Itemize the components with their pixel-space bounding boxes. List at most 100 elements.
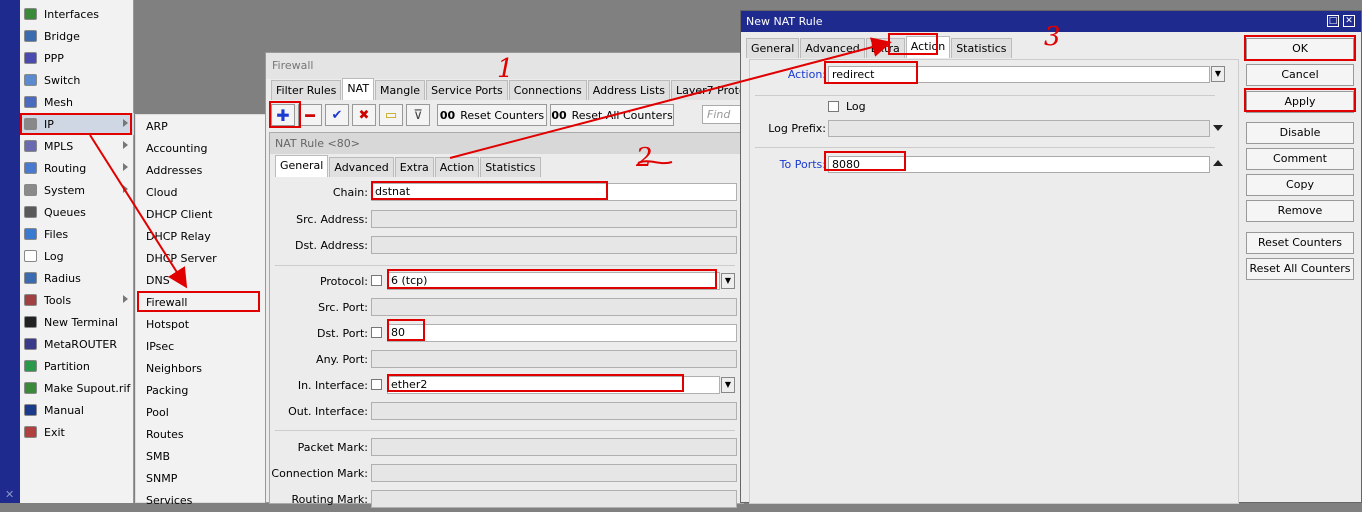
action-dropdown-icon[interactable]: ▼ bbox=[1211, 66, 1225, 82]
highlight-protocol bbox=[387, 269, 717, 289]
menu-item-mesh[interactable]: Mesh bbox=[20, 91, 134, 113]
field-input[interactable] bbox=[371, 210, 737, 228]
negate-checkbox[interactable] bbox=[371, 275, 382, 286]
submenu-item-services[interactable]: Services bbox=[136, 490, 269, 512]
field-input[interactable] bbox=[371, 350, 737, 368]
menu-item-ppp[interactable]: PPP bbox=[20, 47, 134, 69]
field-input[interactable] bbox=[371, 464, 737, 482]
submenu-item-dhcp-server[interactable]: DHCP Server bbox=[136, 248, 269, 270]
close-x-icon[interactable]: ✕ bbox=[5, 488, 14, 501]
enable-icon[interactable]: ✔ bbox=[325, 104, 349, 126]
field-input[interactable] bbox=[371, 298, 737, 316]
menu-item-metarouter[interactable]: MetaROUTER bbox=[20, 333, 134, 355]
log-prefix-expand-icon[interactable] bbox=[1213, 125, 1223, 131]
submenu-item-packing[interactable]: Packing bbox=[136, 380, 269, 402]
field-input[interactable] bbox=[371, 490, 737, 508]
cancel-button[interactable]: Cancel bbox=[1246, 64, 1354, 86]
firewall-tab-service-ports[interactable]: Service Ports bbox=[426, 80, 508, 100]
submenu-arrow-icon bbox=[123, 141, 128, 149]
field-label: Protocol: bbox=[319, 275, 368, 288]
menu-item-manual[interactable]: Manual bbox=[20, 399, 134, 421]
disable-button[interactable]: Disable bbox=[1246, 122, 1354, 144]
maximize-icon[interactable]: □ bbox=[1327, 15, 1339, 27]
submenu-item-dhcp-client[interactable]: DHCP Client bbox=[136, 204, 269, 226]
menu-item-system[interactable]: System bbox=[20, 179, 134, 201]
menu-item-label: Tools bbox=[44, 293, 72, 307]
submenu-item-accounting[interactable]: Accounting bbox=[136, 138, 269, 160]
to-ports-collapse-icon[interactable] bbox=[1213, 160, 1223, 166]
new-nat-tab-advanced[interactable]: Advanced bbox=[800, 38, 865, 58]
reset-all-counters-button[interactable]: 00 Reset All Counters bbox=[550, 104, 674, 126]
firewall-tab-address-lists[interactable]: Address Lists bbox=[587, 80, 671, 100]
menu-item-switch[interactable]: Switch bbox=[20, 69, 134, 91]
copy-button[interactable]: Copy bbox=[1246, 174, 1354, 196]
firewall-tab-mangle[interactable]: Mangle bbox=[375, 80, 426, 100]
field-input[interactable] bbox=[371, 402, 737, 420]
field-label: Out. Interface: bbox=[288, 405, 368, 418]
comment-icon[interactable]: ▭ bbox=[379, 104, 403, 126]
dropdown-icon[interactable]: ▼ bbox=[721, 377, 735, 393]
field-row-any-port: Any. Port: bbox=[270, 350, 740, 370]
field-label: Src. Port: bbox=[318, 301, 368, 314]
comment-button[interactable]: Comment bbox=[1246, 148, 1354, 170]
firewall-tab-filter-rules[interactable]: Filter Rules bbox=[271, 80, 342, 100]
ppp-icon bbox=[24, 52, 37, 64]
nat-rule-tab-extra[interactable]: Extra bbox=[394, 157, 434, 177]
menu-item-queues[interactable]: Queues bbox=[20, 201, 134, 223]
submenu-item-neighbors[interactable]: Neighbors bbox=[136, 358, 269, 380]
submenu-item-routes[interactable]: Routes bbox=[136, 424, 269, 446]
menu-item-files[interactable]: Files bbox=[20, 223, 134, 245]
left-brand-strip: ✕ bbox=[0, 0, 20, 503]
nat-rule-tab-advanced[interactable]: Advanced bbox=[329, 157, 394, 177]
terminal-icon bbox=[24, 316, 37, 328]
menu-item-mpls[interactable]: MPLS bbox=[20, 135, 134, 157]
menu-item-bridge[interactable]: Bridge bbox=[20, 25, 134, 47]
log-checkbox[interactable] bbox=[828, 101, 839, 112]
submenu-item-hotspot[interactable]: Hotspot bbox=[136, 314, 269, 336]
field-input[interactable] bbox=[371, 236, 737, 254]
firewall-tab-connections[interactable]: Connections bbox=[508, 80, 587, 100]
highlight-in-interface bbox=[387, 374, 684, 392]
submenu-item-pool[interactable]: Pool bbox=[136, 402, 269, 424]
menu-item-interfaces[interactable]: Interfaces bbox=[20, 3, 134, 25]
nat-rule-tab-action[interactable]: Action bbox=[434, 157, 480, 177]
field-input[interactable] bbox=[371, 438, 737, 456]
menu-item-routing[interactable]: Routing bbox=[20, 157, 134, 179]
nat-rule-tab-general[interactable]: General bbox=[275, 155, 329, 177]
menu-item-log[interactable]: Log bbox=[20, 245, 134, 267]
submenu-item-arp[interactable]: ARP bbox=[136, 116, 269, 138]
submenu-item-addresses[interactable]: Addresses bbox=[136, 160, 269, 182]
nat-rule-tab-statistics[interactable]: Statistics bbox=[480, 157, 541, 177]
reset-counters-button[interactable]: Reset Counters bbox=[1246, 232, 1354, 254]
highlight-chain bbox=[371, 181, 608, 200]
find-input[interactable]: Find bbox=[702, 105, 744, 124]
remove-button[interactable]: Remove bbox=[1246, 200, 1354, 222]
filter-icon[interactable]: ⊽ bbox=[406, 104, 430, 126]
submenu-item-ipsec[interactable]: IPsec bbox=[136, 336, 269, 358]
field-input[interactable] bbox=[387, 324, 737, 342]
firewall-tab-nat[interactable]: NAT bbox=[342, 78, 375, 100]
close-icon[interactable]: ✕ bbox=[1343, 15, 1355, 27]
menu-item-tools[interactable]: Tools bbox=[20, 289, 134, 311]
submenu-item-cloud[interactable]: Cloud bbox=[136, 182, 269, 204]
menu-item-make-supout-rif[interactable]: Make Supout.rif bbox=[20, 377, 134, 399]
submenu-item-dhcp-relay[interactable]: DHCP Relay bbox=[136, 226, 269, 248]
negate-checkbox[interactable] bbox=[371, 327, 382, 338]
remove-icon[interactable]: ━ bbox=[298, 104, 322, 126]
menu-item-new-terminal[interactable]: New Terminal bbox=[20, 311, 134, 333]
new-nat-tab-statistics[interactable]: Statistics bbox=[951, 38, 1012, 58]
disable-icon[interactable]: ✖ bbox=[352, 104, 376, 126]
menu-item-label: PPP bbox=[44, 51, 64, 65]
negate-checkbox[interactable] bbox=[371, 379, 382, 390]
log-prefix-field[interactable] bbox=[828, 120, 1210, 137]
submenu-item-smb[interactable]: SMB bbox=[136, 446, 269, 468]
menu-item-radius[interactable]: Radius bbox=[20, 267, 134, 289]
new-nat-tab-general[interactable]: General bbox=[746, 38, 800, 58]
menu-item-partition[interactable]: Partition bbox=[20, 355, 134, 377]
submenu-item-dns[interactable]: DNS bbox=[136, 270, 269, 292]
reset-counters-button[interactable]: 00 Reset Counters bbox=[437, 104, 547, 126]
menu-item-exit[interactable]: Exit bbox=[20, 421, 134, 443]
submenu-item-snmp[interactable]: SNMP bbox=[136, 468, 269, 490]
dropdown-icon[interactable]: ▼ bbox=[721, 273, 735, 289]
reset-all-counters-button[interactable]: Reset All Counters bbox=[1246, 258, 1354, 280]
